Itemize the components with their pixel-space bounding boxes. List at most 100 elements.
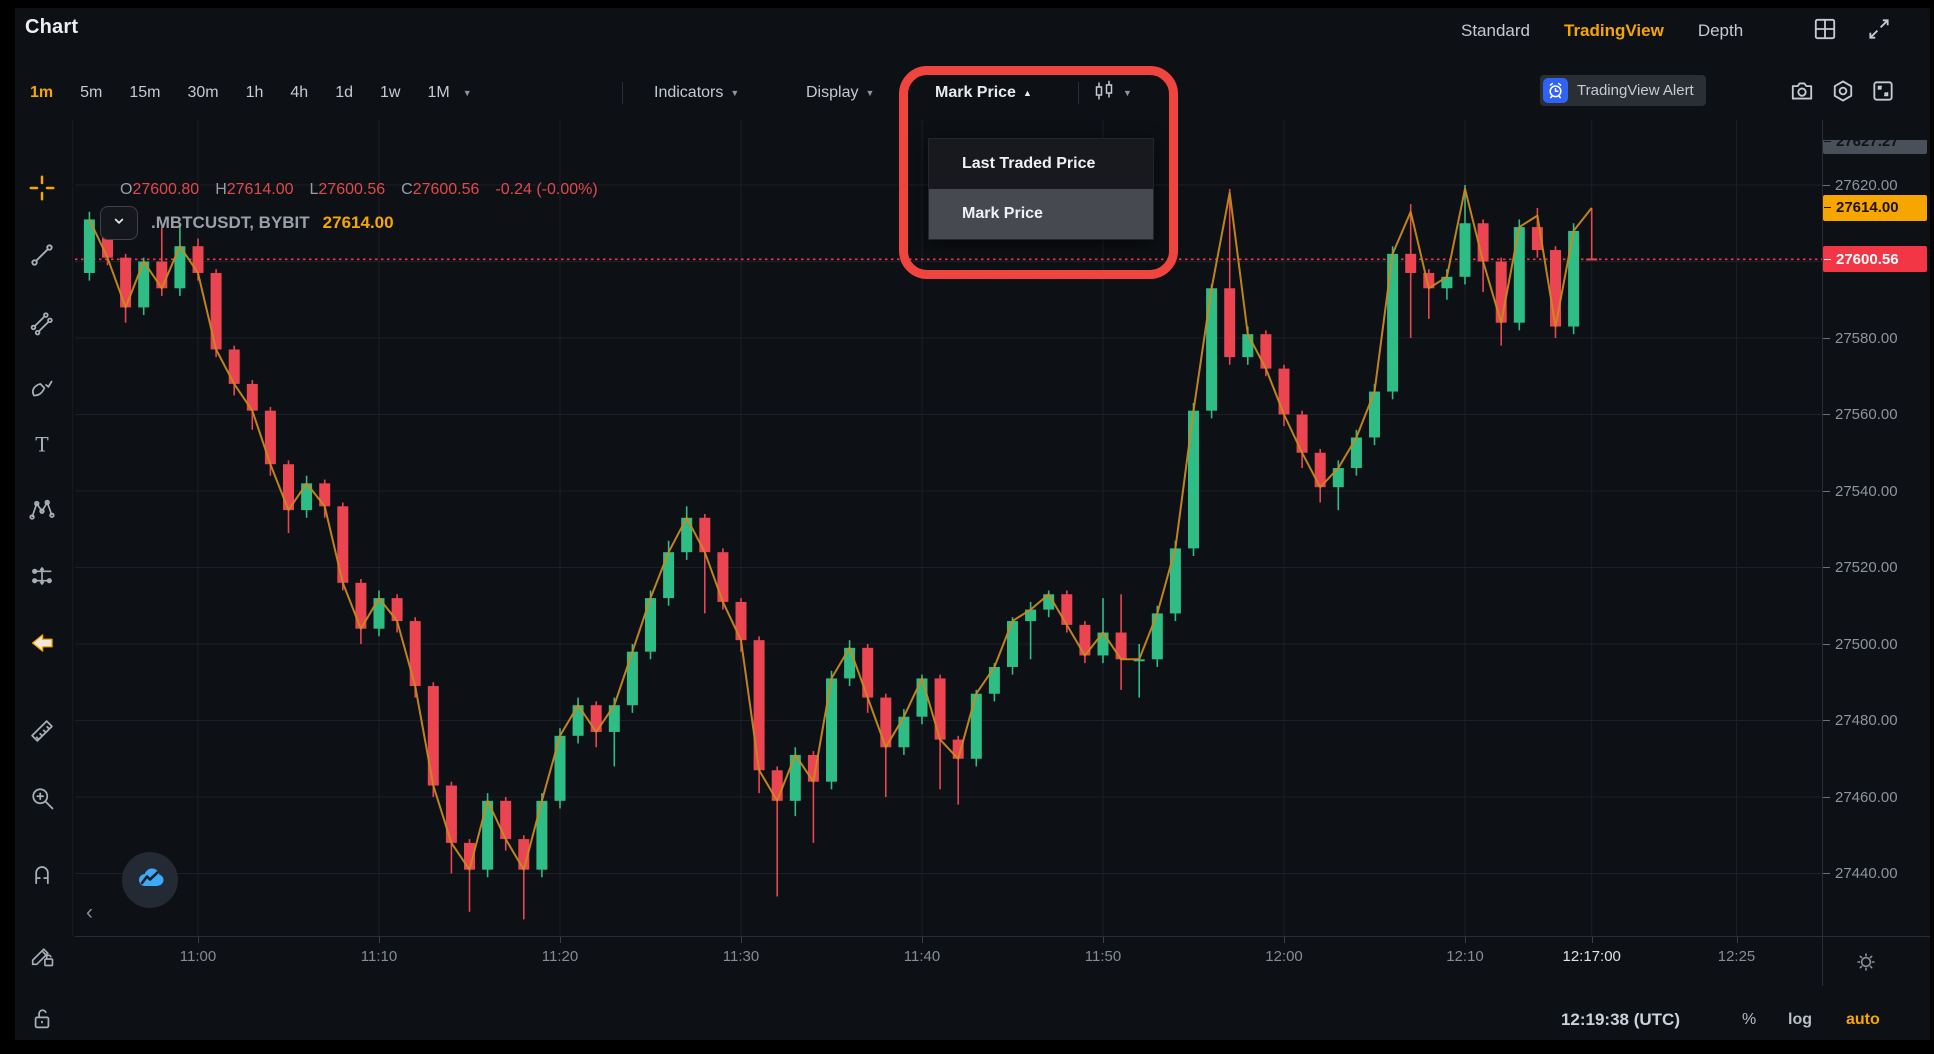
current-bar-time-label[interactable]: 12:17:00 — [1562, 948, 1620, 965]
candle-body — [645, 598, 656, 652]
price-axis[interactable]: 27627.27 27614.00 27600.56 27620.0027580… — [1823, 140, 1929, 986]
layout-grid-button[interactable] — [1810, 17, 1840, 45]
candle-body — [1387, 254, 1398, 392]
candlestick-style-icon — [1092, 79, 1116, 108]
mark-price-badge: 27614.00 — [1823, 195, 1927, 221]
toolbar-separator — [1078, 82, 1079, 104]
time-tick-label[interactable]: 11:50 — [1085, 948, 1121, 965]
chart-page: Chart Standard TradingView Depth 1m 5m 15m 30… — [0, 0, 1934, 1054]
time-tick-label[interactable]: 11:30 — [723, 948, 759, 965]
candle-body — [1550, 250, 1561, 327]
tool-text-button[interactable]: T — [26, 431, 58, 463]
price-tick-label: 27460.00 — [1835, 789, 1898, 806]
timeframe-30m[interactable]: 30m — [187, 84, 218, 102]
price-tick-label: 27620.00 — [1835, 177, 1898, 194]
menu-item-mark-price[interactable]: Mark Price — [929, 189, 1153, 239]
ohlc-key: H — [215, 181, 227, 198]
tool-crosshair-button[interactable] — [26, 174, 58, 206]
axis-settings-button[interactable] — [1850, 948, 1882, 980]
ohlc-value: 27600.56 — [413, 181, 480, 198]
tradingview-alert-button[interactable]: TradingView Alert — [1540, 75, 1706, 106]
ohlc-c: C27600.56 — [401, 181, 479, 199]
ruler-icon — [28, 717, 56, 750]
candle-body — [446, 786, 457, 843]
price-mode-label: Mark Price — [935, 84, 1016, 102]
projection-icon — [28, 562, 56, 595]
price-tick: 27460.00 — [1823, 788, 1898, 806]
tool-projection-button[interactable] — [26, 562, 58, 594]
chart-mode-depth[interactable]: Depth — [1698, 21, 1743, 41]
time-tick-mark — [922, 937, 923, 943]
price-tick: 27580.00 — [1823, 329, 1898, 347]
mark-price-badge-value: 27614.00 — [1836, 199, 1899, 216]
tool-xabcd-pattern-button[interactable] — [26, 496, 58, 528]
percent-scale-button[interactable]: % — [1742, 1011, 1756, 1029]
timeframe-5m[interactable]: 5m — [80, 84, 102, 102]
candle-body — [211, 273, 222, 350]
candle-body — [1297, 415, 1308, 453]
price-mode-dropdown-button[interactable]: Mark Price ▲ — [935, 78, 1032, 108]
chart-logo[interactable] — [122, 852, 178, 908]
time-tick-mark — [1737, 937, 1738, 943]
tool-ruler-button[interactable] — [26, 717, 58, 749]
timeframe-1w[interactable]: 1w — [380, 84, 400, 102]
display-menu-button[interactable]: Display ▼ — [806, 78, 874, 108]
symbol-collapse-button[interactable] — [100, 206, 138, 240]
screenshot-button[interactable] — [1788, 79, 1816, 107]
tool-magnet-button[interactable] — [26, 860, 58, 892]
timeframe-1m[interactable]: 1m — [30, 84, 53, 102]
page-title: Chart — [25, 16, 78, 39]
price-tick-label: 27500.00 — [1835, 636, 1898, 653]
fullscreen-button[interactable] — [1869, 79, 1897, 107]
price-tick-label: 27520.00 — [1835, 559, 1898, 576]
indicators-menu-button[interactable]: Indicators ▼ — [654, 78, 739, 108]
timeframe-15m[interactable]: 15m — [129, 84, 160, 102]
trend-line-icon — [28, 241, 56, 274]
tool-lock-button[interactable] — [26, 1004, 58, 1036]
log-scale-button[interactable]: log — [1788, 1011, 1812, 1029]
expand-arrows-icon — [1866, 16, 1892, 47]
auto-scale-button[interactable]: auto — [1846, 1011, 1880, 1029]
tool-fib-fork-button[interactable] — [26, 309, 58, 341]
candle-body — [971, 694, 982, 759]
chart-mode-standard[interactable]: Standard — [1461, 21, 1530, 41]
tool-trend-line-button[interactable] — [26, 241, 58, 273]
collapse-toolbar-chevron[interactable]: ‹ — [86, 901, 93, 925]
gear-icon — [1830, 78, 1856, 109]
candle-body — [736, 602, 747, 640]
candle-body — [826, 678, 837, 781]
timeframe-1d[interactable]: 1d — [335, 84, 353, 102]
tool-drawing-lock-button[interactable] — [26, 941, 58, 973]
price-tick-label: 27480.00 — [1835, 712, 1898, 729]
candle-body — [536, 801, 547, 870]
camera-icon — [1789, 78, 1815, 109]
ohlc-o: O27600.80 — [120, 181, 199, 199]
price-tick: 27620.00 — [1823, 176, 1898, 194]
time-tick-label[interactable]: 12:00 — [1265, 948, 1303, 965]
candlestick-chart[interactable] — [75, 120, 1822, 945]
chart-settings-button[interactable] — [1829, 79, 1857, 107]
menu-item-last-traded-price[interactable]: Last Traded Price — [929, 139, 1153, 189]
arrow-marker-icon — [27, 628, 57, 663]
expand-button[interactable] — [1864, 17, 1894, 45]
tool-arrow-marker-button[interactable] — [26, 629, 58, 661]
change-value: -0.24 (-0.00%) — [495, 181, 597, 199]
drawing-lock-icon — [28, 941, 56, 974]
time-tick-label[interactable]: 11:40 — [904, 948, 940, 965]
chart-mode-tradingview[interactable]: TradingView — [1564, 21, 1664, 41]
tool-zoom-in-button[interactable] — [26, 784, 58, 816]
time-tick-label[interactable]: 11:00 — [180, 948, 216, 965]
time-tick-label[interactable]: 11:10 — [361, 948, 397, 965]
chart-style-dropdown-button[interactable]: ▼ — [1092, 78, 1132, 108]
timeframe-1M[interactable]: 1M — [427, 84, 449, 102]
timeframe-1h[interactable]: 1h — [246, 84, 264, 102]
time-tick-label[interactable]: 12:10 — [1446, 948, 1484, 965]
time-tick-mark — [560, 937, 561, 943]
brush-icon — [28, 374, 56, 407]
timeframe-4h[interactable]: 4h — [290, 84, 308, 102]
time-tick-label[interactable]: 12:25 — [1718, 948, 1756, 965]
time-tick-label[interactable]: 11:20 — [542, 948, 578, 965]
tool-brush-button[interactable] — [26, 374, 58, 406]
session-clock[interactable]: 12:19:38 (UTC) — [1445, 1010, 1680, 1030]
candle-body — [717, 552, 728, 602]
